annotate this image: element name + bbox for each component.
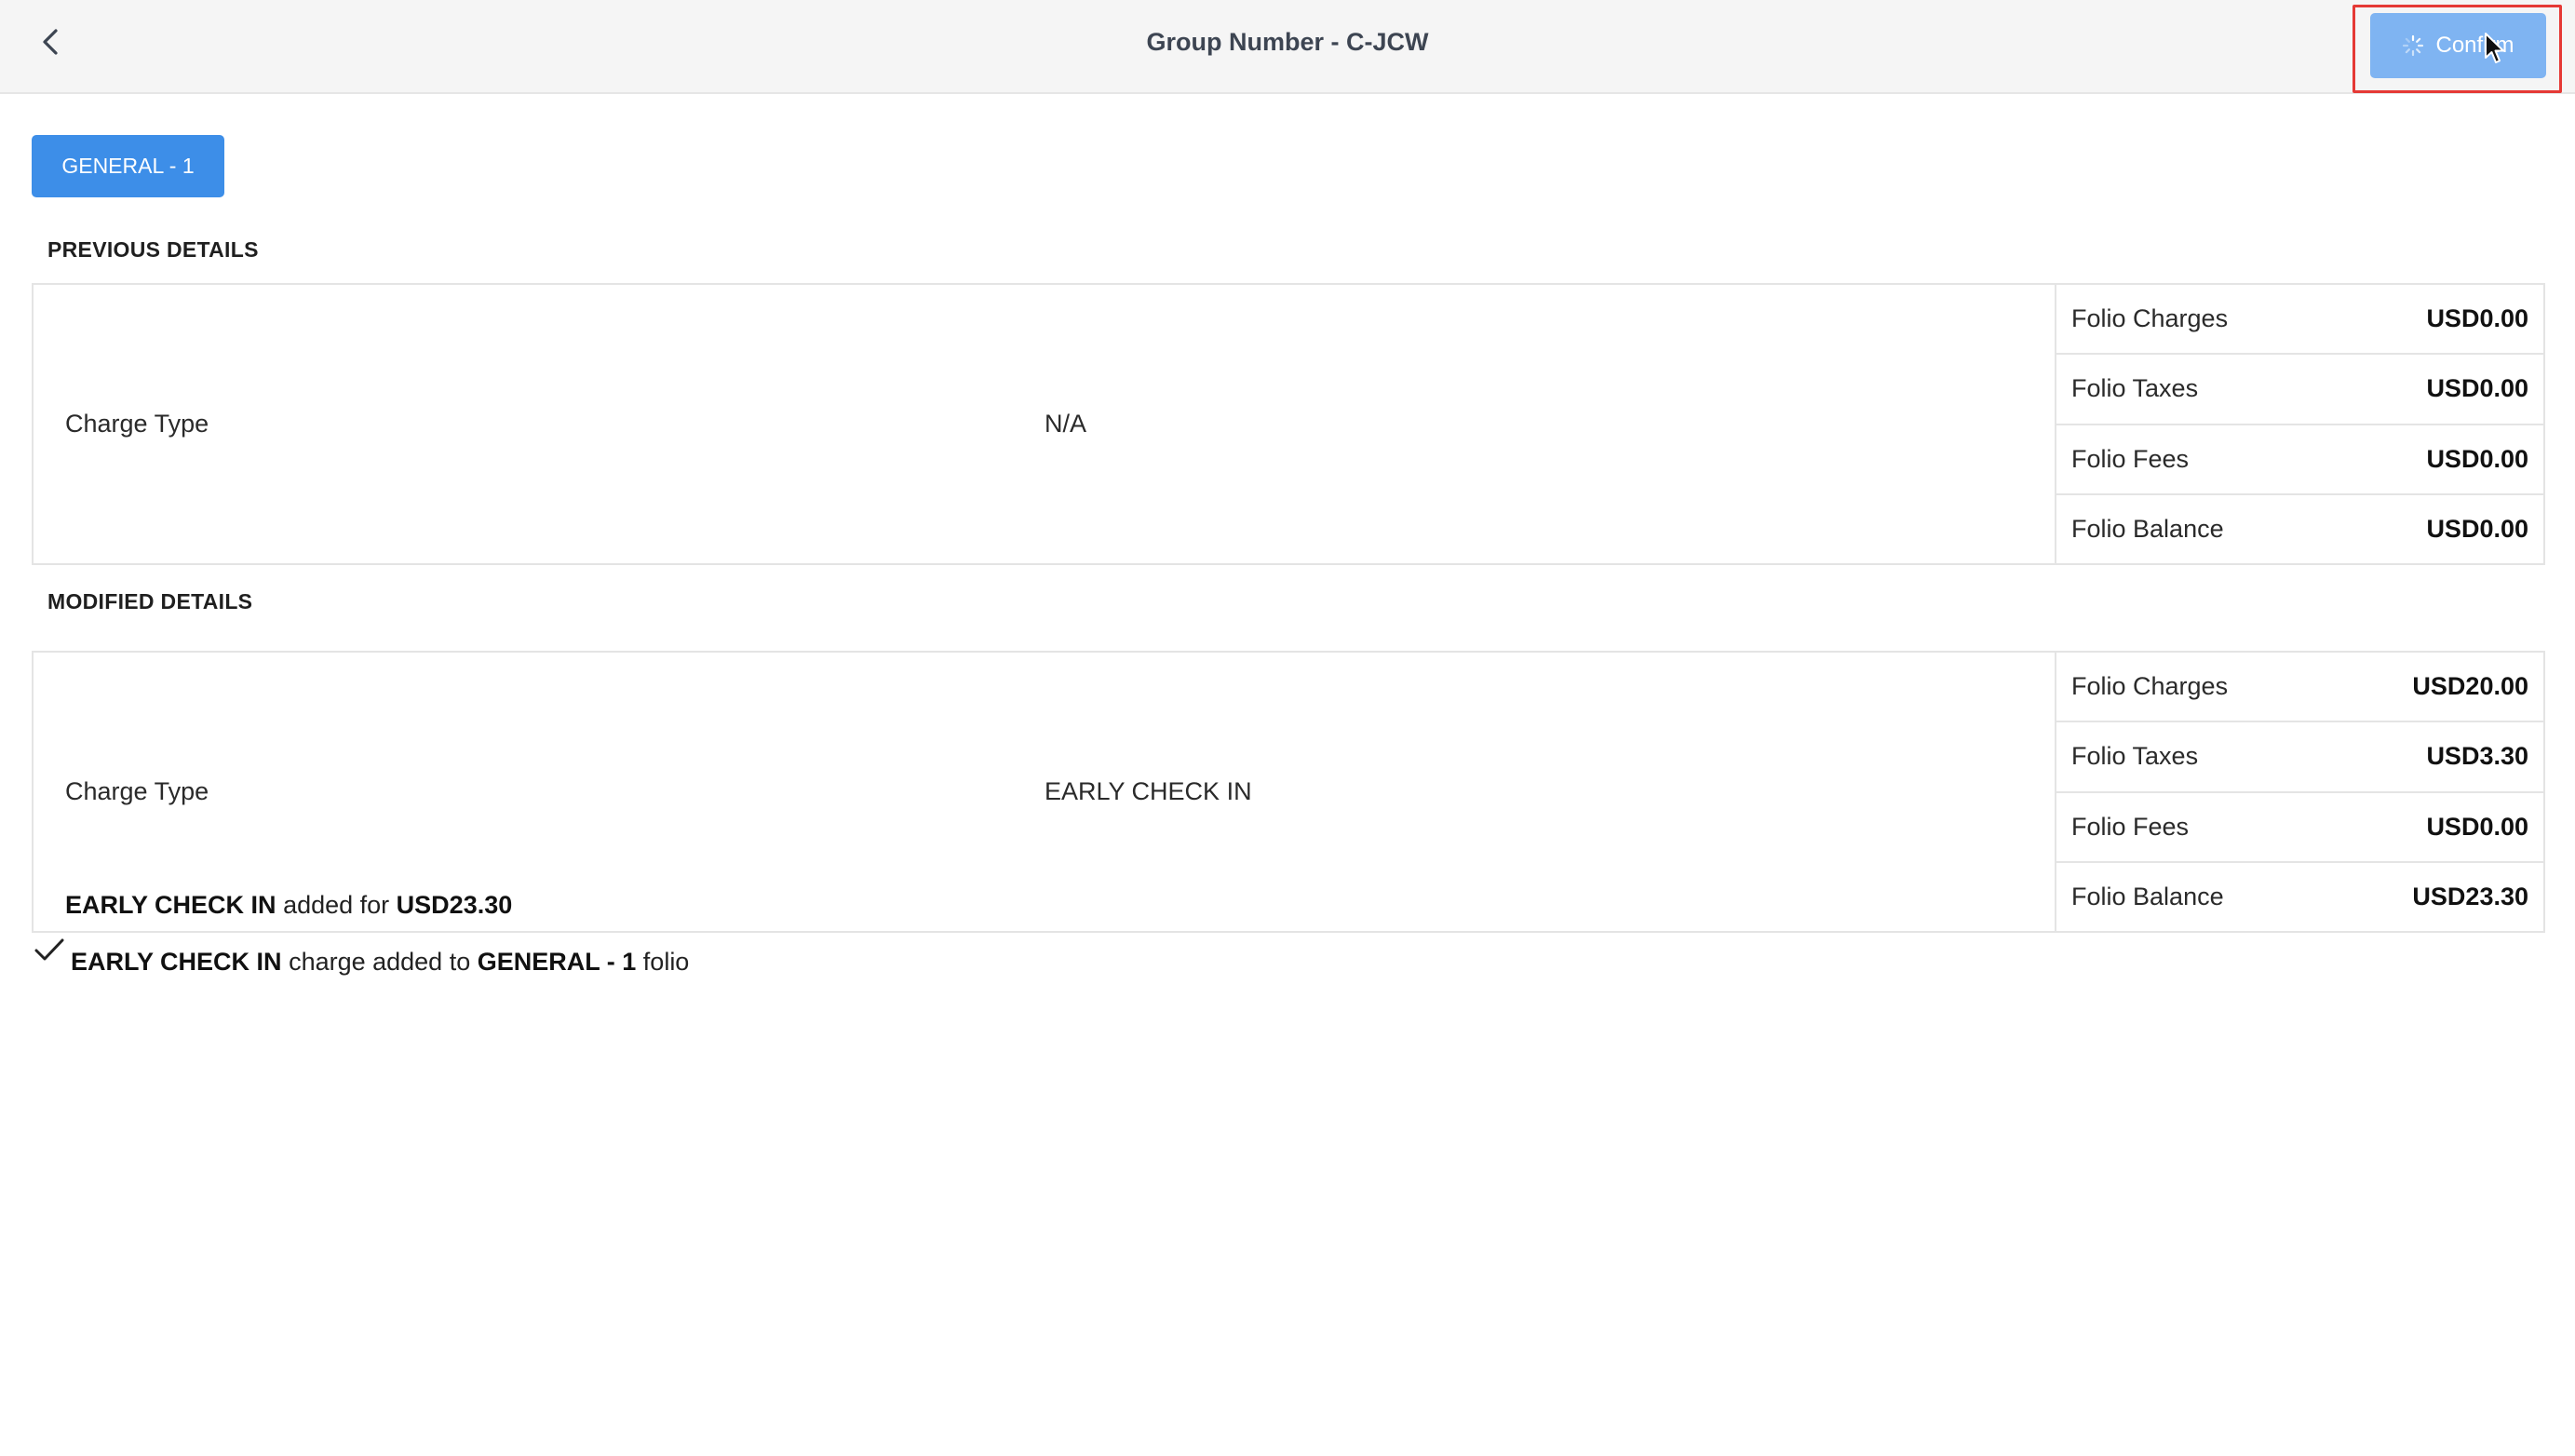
folio-row-label: Folio Charges bbox=[2071, 672, 2229, 701]
folio-row-amount: USD0.00 bbox=[2426, 514, 2528, 543]
folio-row-label: Folio Taxes bbox=[2071, 374, 2199, 403]
top-bar: Group Number - C-JCW Confirm bbox=[0, 0, 2575, 94]
charge-type-value: EARLY CHECK IN bbox=[1045, 777, 1252, 805]
folio-row-amount: USD23.30 bbox=[2412, 882, 2528, 910]
modified-details-title: MODIFIED DETAILS bbox=[47, 589, 253, 613]
folio-row-label: Folio Balance bbox=[2071, 514, 2224, 543]
folio-row-balance: Folio Balance USD0.00 bbox=[2056, 495, 2543, 563]
folio-row-amount: USD0.00 bbox=[2426, 374, 2528, 403]
mouse-cursor-icon bbox=[2485, 33, 2504, 63]
folio-row-amount: USD3.30 bbox=[2426, 742, 2528, 771]
folio-row-charges: Folio Charges USD0.00 bbox=[2056, 285, 2543, 356]
folio-row-fees: Folio Fees USD0.00 bbox=[2056, 425, 2543, 495]
folio-row-fees: Folio Fees USD0.00 bbox=[2056, 793, 2543, 863]
added-charge-amount: USD23.30 bbox=[396, 891, 513, 919]
confirmation-text-mid: charge added to bbox=[289, 948, 471, 976]
page-title: Group Number - C-JCW bbox=[1146, 28, 1429, 56]
charge-type-label: Charge Type bbox=[65, 777, 209, 805]
folio-row-label: Folio Balance bbox=[2071, 882, 2224, 910]
added-charge-name: EARLY CHECK IN bbox=[65, 891, 276, 919]
charge-added-summary: EARLY CHECK IN added for USD23.30 bbox=[65, 891, 512, 920]
previous-details-title: PREVIOUS DETAILS bbox=[47, 237, 259, 262]
folio-row-amount: USD0.00 bbox=[2426, 304, 2528, 333]
folio-row-amount: USD0.00 bbox=[2426, 444, 2528, 473]
confirmation-text-end: folio bbox=[642, 948, 690, 976]
charge-type-label: Charge Type bbox=[65, 410, 209, 438]
previous-details-panel: Charge Type N/A Folio Charges USD0.00 Fo… bbox=[32, 283, 2545, 565]
folio-row-label: Folio Taxes bbox=[2071, 742, 2199, 771]
folio-row-label: Folio Charges bbox=[2071, 304, 2229, 333]
folio-row-charges: Folio Charges USD20.00 bbox=[2056, 653, 2543, 723]
charge-confirmation-message: EARLY CHECK IN charge added to GENERAL -… bbox=[34, 937, 689, 977]
folio-summary-table: Folio Charges USD20.00 Folio Taxes USD3.… bbox=[2055, 653, 2543, 931]
folio-row-amount: USD0.00 bbox=[2426, 812, 2528, 841]
checkmark-icon bbox=[34, 938, 64, 961]
folio-tab-general-1[interactable]: GENERAL - 1 bbox=[32, 135, 224, 197]
folio-row-amount: USD20.00 bbox=[2412, 672, 2528, 701]
folio-row-label: Folio Fees bbox=[2071, 812, 2190, 841]
folio-row-label: Folio Fees bbox=[2071, 444, 2190, 473]
folio-row-taxes: Folio Taxes USD3.30 bbox=[2056, 722, 2543, 793]
folio-row-taxes: Folio Taxes USD0.00 bbox=[2056, 355, 2543, 425]
charge-type-value: N/A bbox=[1045, 410, 1087, 438]
confirmation-folio-name: GENERAL - 1 bbox=[477, 948, 637, 976]
loading-spinner-icon bbox=[2403, 34, 2424, 57]
confirm-button[interactable]: Confirm bbox=[2370, 13, 2546, 78]
modified-details-panel: Charge Type EARLY CHECK IN EARLY CHECK I… bbox=[32, 651, 2545, 933]
added-charge-text: added for bbox=[283, 891, 390, 919]
folio-row-balance: Folio Balance USD23.30 bbox=[2056, 863, 2543, 931]
folio-summary-table: Folio Charges USD0.00 Folio Taxes USD0.0… bbox=[2055, 285, 2543, 563]
confirmation-charge-name: EARLY CHECK IN bbox=[71, 948, 282, 976]
